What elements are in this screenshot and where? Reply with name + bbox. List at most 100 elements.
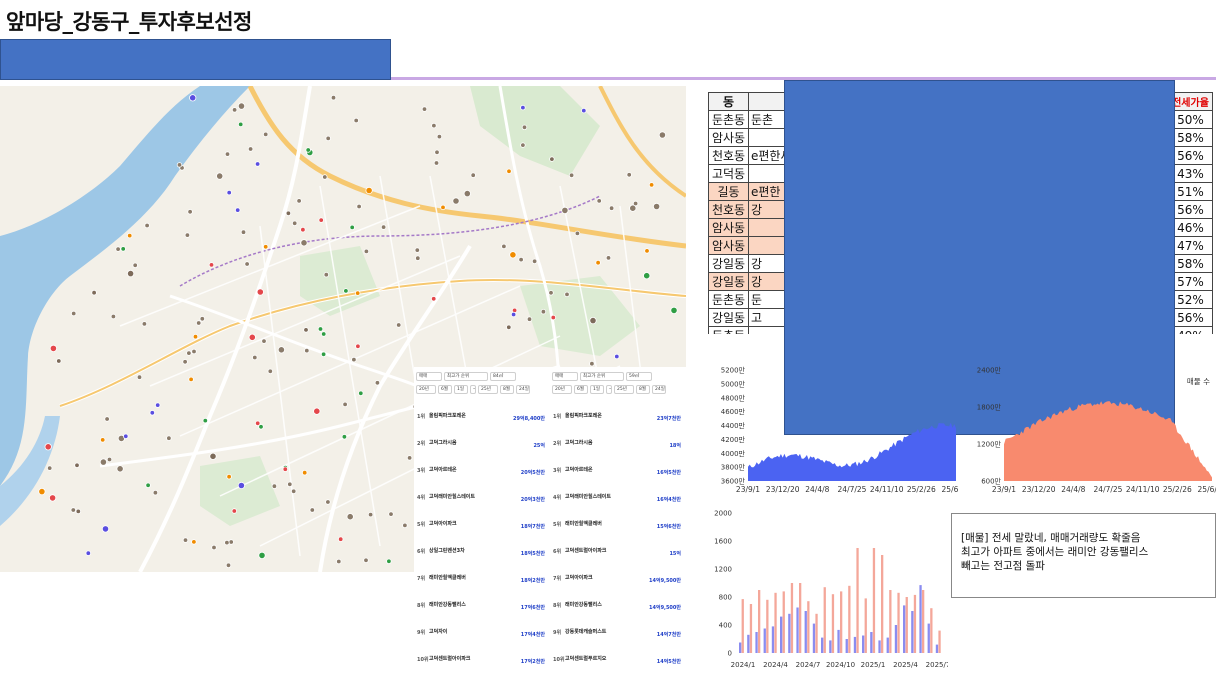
ranking-filter-6[interactable]: ~ bbox=[470, 385, 476, 394]
map-poi-marker bbox=[116, 465, 124, 473]
map-poi-marker bbox=[351, 356, 357, 363]
map-poi-marker bbox=[188, 376, 194, 383]
map-poi-marker bbox=[191, 539, 197, 545]
map-poi-marker bbox=[300, 239, 308, 247]
map-poi-marker bbox=[431, 122, 437, 129]
ranking-item[interactable]: 5위 래미안힐맥클레버 15억6천만 bbox=[552, 519, 685, 543]
ranking-filter-9[interactable]: 24일 bbox=[516, 385, 530, 394]
x-tick-label: 24/11/10 bbox=[1126, 485, 1160, 494]
ranking-item[interactable]: 2위 고덕그라시움 25억 bbox=[416, 438, 549, 462]
ranking-filter-2[interactable]: 59㎡ bbox=[626, 372, 652, 381]
ranking-filter-2[interactable]: 84㎡ bbox=[490, 372, 516, 381]
cell-rate: 56% bbox=[1168, 146, 1213, 165]
map-poi-marker bbox=[70, 310, 77, 317]
ranking-filter-3[interactable]: 20년 bbox=[552, 385, 572, 394]
y-tick-label: 800 bbox=[719, 594, 732, 602]
bar bbox=[807, 601, 810, 653]
map-poi-marker bbox=[263, 131, 269, 138]
ranking-filter-3[interactable]: 20년 bbox=[416, 385, 436, 394]
ranking-filter-4[interactable]: 6월 bbox=[574, 385, 588, 394]
map-poi-marker bbox=[191, 348, 197, 355]
map-poi-marker bbox=[247, 146, 254, 152]
map-poi-marker bbox=[166, 435, 172, 441]
ranking-item[interactable]: 1위 올림픽파크포레온 23억7천만 bbox=[552, 411, 685, 435]
ranking-filter-6[interactable]: ~ bbox=[606, 385, 612, 394]
map-poi-marker bbox=[548, 290, 554, 296]
ranking-filter-4[interactable]: 6월 bbox=[438, 385, 452, 394]
bar bbox=[821, 637, 824, 653]
map-poi-marker bbox=[322, 174, 328, 180]
map-poi-marker bbox=[285, 210, 292, 216]
cell-rate: 58% bbox=[1168, 254, 1213, 273]
ranking-apt-name: 강동롯데캐슬퍼스트 bbox=[565, 629, 607, 635]
ranking-filter-8[interactable]: 8월 bbox=[500, 385, 514, 394]
ranking-item[interactable]: 1위 올림픽파크포레온 29억8,400만 bbox=[416, 411, 549, 435]
ranking-price: 14억9,500만 bbox=[649, 605, 681, 611]
cell-dong: 암사동 bbox=[708, 236, 749, 255]
bar bbox=[886, 637, 889, 653]
map-poi-marker bbox=[267, 368, 273, 374]
cell-dong: 둔촌동 bbox=[708, 326, 749, 334]
map-poi-marker bbox=[182, 537, 189, 543]
bar bbox=[872, 548, 876, 653]
price-trend-chart: 5200만 5000만 4800만 4600만 4400만 4200만 4000만 3800만… bbox=[708, 362, 958, 502]
ranking-item[interactable]: 8위 래미안강동팰리스 17억6천만 bbox=[416, 600, 549, 624]
ranking-filter-1[interactable]: 최고가 순위 bbox=[444, 372, 488, 381]
ranking-item[interactable]: 9위 고덕자이 17억4천만 bbox=[416, 627, 549, 651]
map-poi-marker bbox=[509, 251, 517, 259]
map-poi-marker bbox=[501, 243, 507, 250]
cell-dong: 강일동 bbox=[708, 308, 749, 327]
ranking-item[interactable]: 6위 고덕센트럴아이파크 15억 bbox=[552, 546, 685, 570]
ranking-item[interactable]: 10위 고덕센트럴아이파크 17억2천만 bbox=[416, 654, 549, 678]
ranking-item[interactable]: 4위 고덕래미안힐스테이트 20억3천만 bbox=[416, 492, 549, 516]
map-poi-marker bbox=[388, 511, 394, 517]
ranking-item[interactable]: 9위 강동롯데캐슬퍼스트 14억7천만 bbox=[552, 627, 685, 651]
ranking-filter-5[interactable]: 1일 bbox=[590, 385, 604, 394]
ranking-filter-7[interactable]: 25년 bbox=[478, 385, 498, 394]
ranking-filter-0[interactable]: 매매 bbox=[416, 372, 442, 381]
ranking-filter-5[interactable]: 1일 bbox=[454, 385, 468, 394]
map-poi-marker bbox=[406, 455, 413, 461]
map-poi-marker bbox=[550, 314, 556, 321]
map-poi-marker bbox=[106, 456, 113, 463]
map-poi-marker bbox=[568, 172, 575, 178]
map-poi-marker bbox=[355, 290, 361, 296]
map-poi-marker bbox=[240, 229, 247, 235]
bar bbox=[919, 585, 922, 653]
ranking-filter-1[interactable]: 최고가 순위 bbox=[580, 372, 624, 381]
x-tick-label: 2025/1 bbox=[861, 661, 886, 669]
bar bbox=[804, 611, 807, 653]
ranking-filter-9[interactable]: 24일 bbox=[652, 385, 666, 394]
ranking-item[interactable]: 4위 고덕래미안힐스테이트 16억4천만 bbox=[552, 492, 685, 516]
ranking-number: 5위 bbox=[553, 522, 562, 528]
ranking-filter-8[interactable]: 8월 bbox=[636, 385, 650, 394]
ranking-number: 1위 bbox=[417, 414, 426, 420]
bar bbox=[782, 591, 785, 653]
bar bbox=[878, 640, 881, 653]
map-poi-marker bbox=[605, 255, 612, 261]
ranking-item[interactable]: 3위 고덕아르테온 20억5천만 bbox=[416, 465, 549, 489]
ranking-item[interactable]: 10위 고덕센트럴푸르지오 14억5천만 bbox=[552, 654, 685, 678]
map-poi-marker bbox=[216, 172, 224, 180]
y-tick-label: 2000 bbox=[714, 510, 732, 518]
ranking-filter-bar: 매매최고가 순위84㎡20년6월1일~25년8월24일매매최고가 순위59㎡20… bbox=[416, 370, 684, 396]
ranking-item[interactable]: 8위 래미안강동팰리스 14억9,500만 bbox=[552, 600, 685, 624]
ranking-filter-7[interactable]: 25년 bbox=[614, 385, 634, 394]
ranking-item[interactable]: 7위 래미안힐맥클레버 18억2천만 bbox=[416, 573, 549, 597]
area-series bbox=[748, 422, 956, 481]
ranking-item[interactable]: 7위 고덕아이파크 14억9,500만 bbox=[552, 573, 685, 597]
map-poi-marker bbox=[75, 508, 81, 515]
ranking-item[interactable]: 3위 고덕아르테온 16억5천만 bbox=[552, 465, 685, 489]
map-poi-marker bbox=[323, 271, 329, 278]
ranking-item[interactable]: 2위 고덕그라시움 18억 bbox=[552, 438, 685, 462]
map-poi-marker bbox=[115, 246, 121, 252]
cell-rate: 50% bbox=[1168, 110, 1213, 129]
map-poi-marker bbox=[330, 94, 337, 101]
map-poi-marker bbox=[402, 522, 408, 529]
ranking-item[interactable]: 5위 고덕아이파크 18억7천만 bbox=[416, 519, 549, 543]
ranking-item[interactable]: 6위 상일그린벤션3차 18억5천만 bbox=[416, 546, 549, 570]
map-poi-marker bbox=[506, 168, 512, 174]
cell-dong: 길동 bbox=[708, 182, 749, 201]
map-poi-marker bbox=[540, 308, 547, 315]
ranking-filter-0[interactable]: 매매 bbox=[552, 372, 578, 381]
